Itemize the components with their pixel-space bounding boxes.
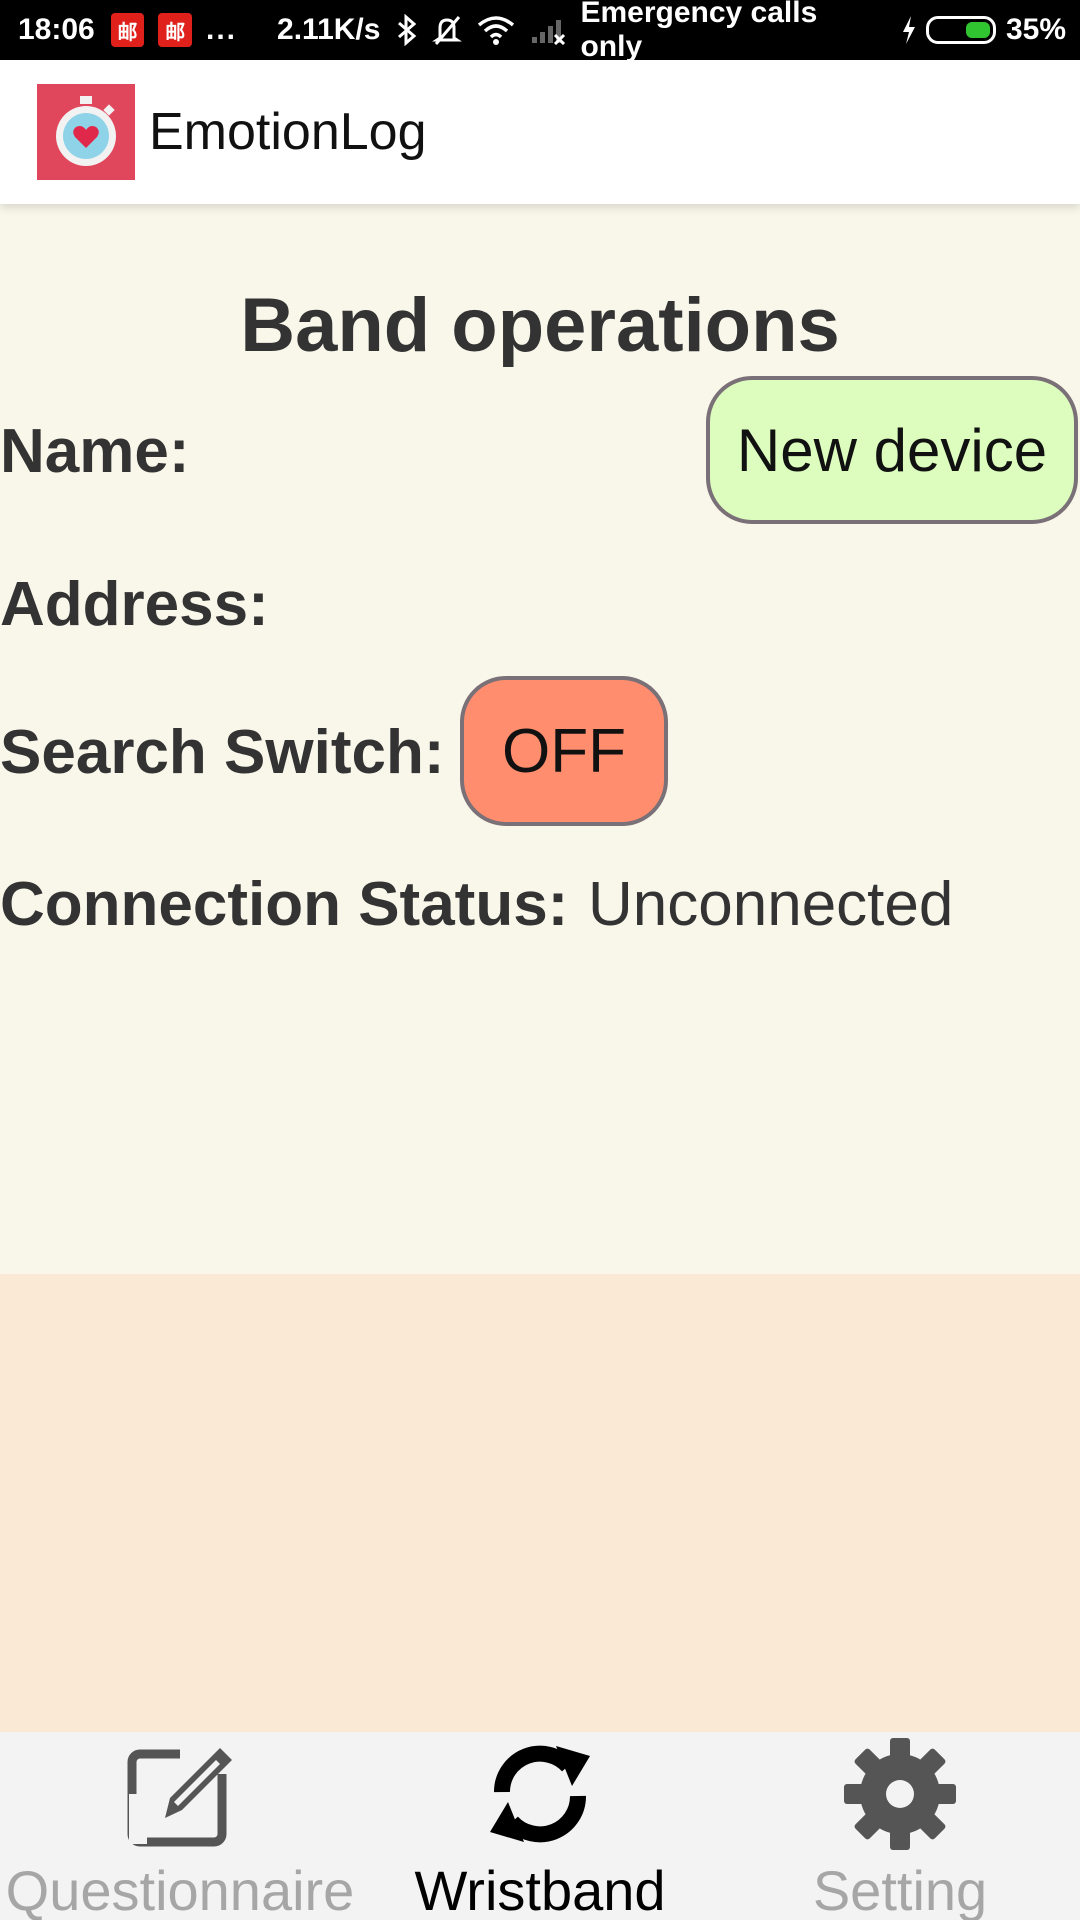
status-bar: 18:06 邮 邮 ... 2.11K/s Emergency calls on… <box>0 0 1080 63</box>
edit-icon <box>120 1734 240 1854</box>
notification-badge-icon: 邮 <box>110 13 145 47</box>
nav-label: Wristband <box>414 1859 666 1920</box>
name-label: Name: <box>0 417 190 486</box>
charging-icon <box>900 15 918 45</box>
network-speed: 2.11K/s <box>277 13 381 46</box>
nav-questionnaire[interactable]: Questionnaire <box>0 1732 360 1920</box>
search-switch-label: Search Switch: <box>0 718 445 787</box>
page-title: Band operations <box>240 283 840 368</box>
band-operations-panel: Band operations Name: New device Address… <box>0 204 1080 1274</box>
stopwatch-heart-icon <box>37 84 135 180</box>
lower-area <box>0 1274 1080 1732</box>
connection-status-label: Connection Status: <box>0 870 569 939</box>
battery-percent: 35% <box>1005 13 1067 46</box>
bell-off-icon <box>432 14 463 46</box>
signal-none-icon <box>530 15 566 45</box>
bluetooth-icon <box>396 14 418 46</box>
nav-wristband[interactable]: Wristband <box>360 1732 720 1920</box>
sync-icon <box>480 1734 600 1854</box>
gear-icon <box>840 1734 960 1854</box>
bottom-nav: Questionnaire Wristband Setting <box>0 1732 1080 1920</box>
connection-status-value: Unconnected <box>588 870 954 939</box>
more-notifications-indicator: ... <box>206 13 238 46</box>
nav-label: Questionnaire <box>5 1859 355 1920</box>
carrier-text: Emergency calls only <box>580 0 818 63</box>
device-name-button[interactable]: New device <box>706 376 1078 524</box>
search-switch-toggle[interactable]: OFF <box>460 676 668 826</box>
battery-icon <box>925 16 996 44</box>
status-time: 18:06 <box>18 13 95 46</box>
nav-setting[interactable]: Setting <box>720 1732 1080 1920</box>
nav-label: Setting <box>812 1859 988 1920</box>
app-bar: EmotionLog <box>0 60 1080 204</box>
address-label: Address: <box>0 570 269 639</box>
app-title: EmotionLog <box>149 103 427 161</box>
wifi-icon <box>476 15 516 45</box>
notification-badge-icon: 邮 <box>158 13 193 47</box>
